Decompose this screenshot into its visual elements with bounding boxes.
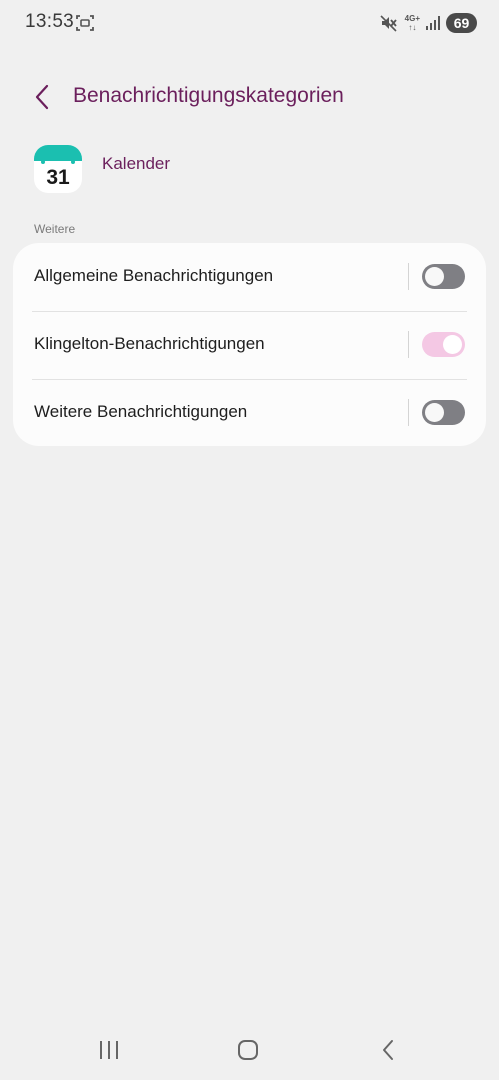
toggle-knob — [443, 335, 462, 354]
toggle-switch[interactable] — [422, 264, 465, 289]
toggle-switch[interactable] — [422, 332, 465, 357]
setting-row-klingelton[interactable]: Klingelton-Benachrichtigungen — [13, 311, 486, 379]
network-type: 4G+ ↑↓ — [404, 14, 420, 32]
setting-label: Weitere Benachrichtigungen — [34, 402, 248, 421]
settings-card: Allgemeine Benachrichtigungen Klingelton… — [13, 243, 486, 446]
setting-label: Klingelton-Benachrichtigungen — [34, 334, 265, 353]
back-button[interactable] — [26, 80, 58, 114]
calendar-app-icon: 31 — [34, 145, 82, 193]
nav-back-button[interactable] — [373, 1037, 403, 1063]
toggle-switch[interactable] — [422, 400, 465, 425]
status-time: 13:53 — [25, 11, 75, 32]
chevron-left-icon — [35, 84, 49, 110]
app-name: Kalender — [102, 154, 171, 173]
home-button[interactable] — [233, 1037, 263, 1063]
row-divider — [408, 399, 409, 426]
toggle-knob — [425, 403, 444, 422]
navigation-bar — [0, 1025, 499, 1075]
home-icon — [238, 1040, 258, 1060]
status-indicators: 4G+ ↑↓ 69 — [380, 11, 477, 35]
calendar-day: 31 — [46, 166, 70, 189]
signal-icon — [426, 16, 440, 30]
setting-row-allgemeine[interactable]: Allgemeine Benachrichtigungen — [13, 243, 486, 311]
screenshot-icon — [76, 15, 94, 31]
setting-row-weitere[interactable]: Weitere Benachrichtigungen — [13, 379, 486, 447]
row-divider — [408, 263, 409, 290]
back-icon — [383, 1040, 393, 1060]
setting-label: Allgemeine Benachrichtigungen — [34, 266, 274, 285]
mute-icon — [380, 15, 397, 32]
page-title: Benachrichtigungskategorien — [73, 84, 344, 107]
row-divider — [408, 331, 409, 358]
recent-apps-button[interactable] — [94, 1037, 124, 1063]
section-label: Weitere — [34, 222, 76, 236]
toggle-knob — [425, 267, 444, 286]
recent-apps-icon — [100, 1041, 118, 1059]
status-bar: 13:53 4G+ ↑↓ 69 — [0, 0, 499, 46]
battery-indicator: 69 — [446, 13, 477, 33]
